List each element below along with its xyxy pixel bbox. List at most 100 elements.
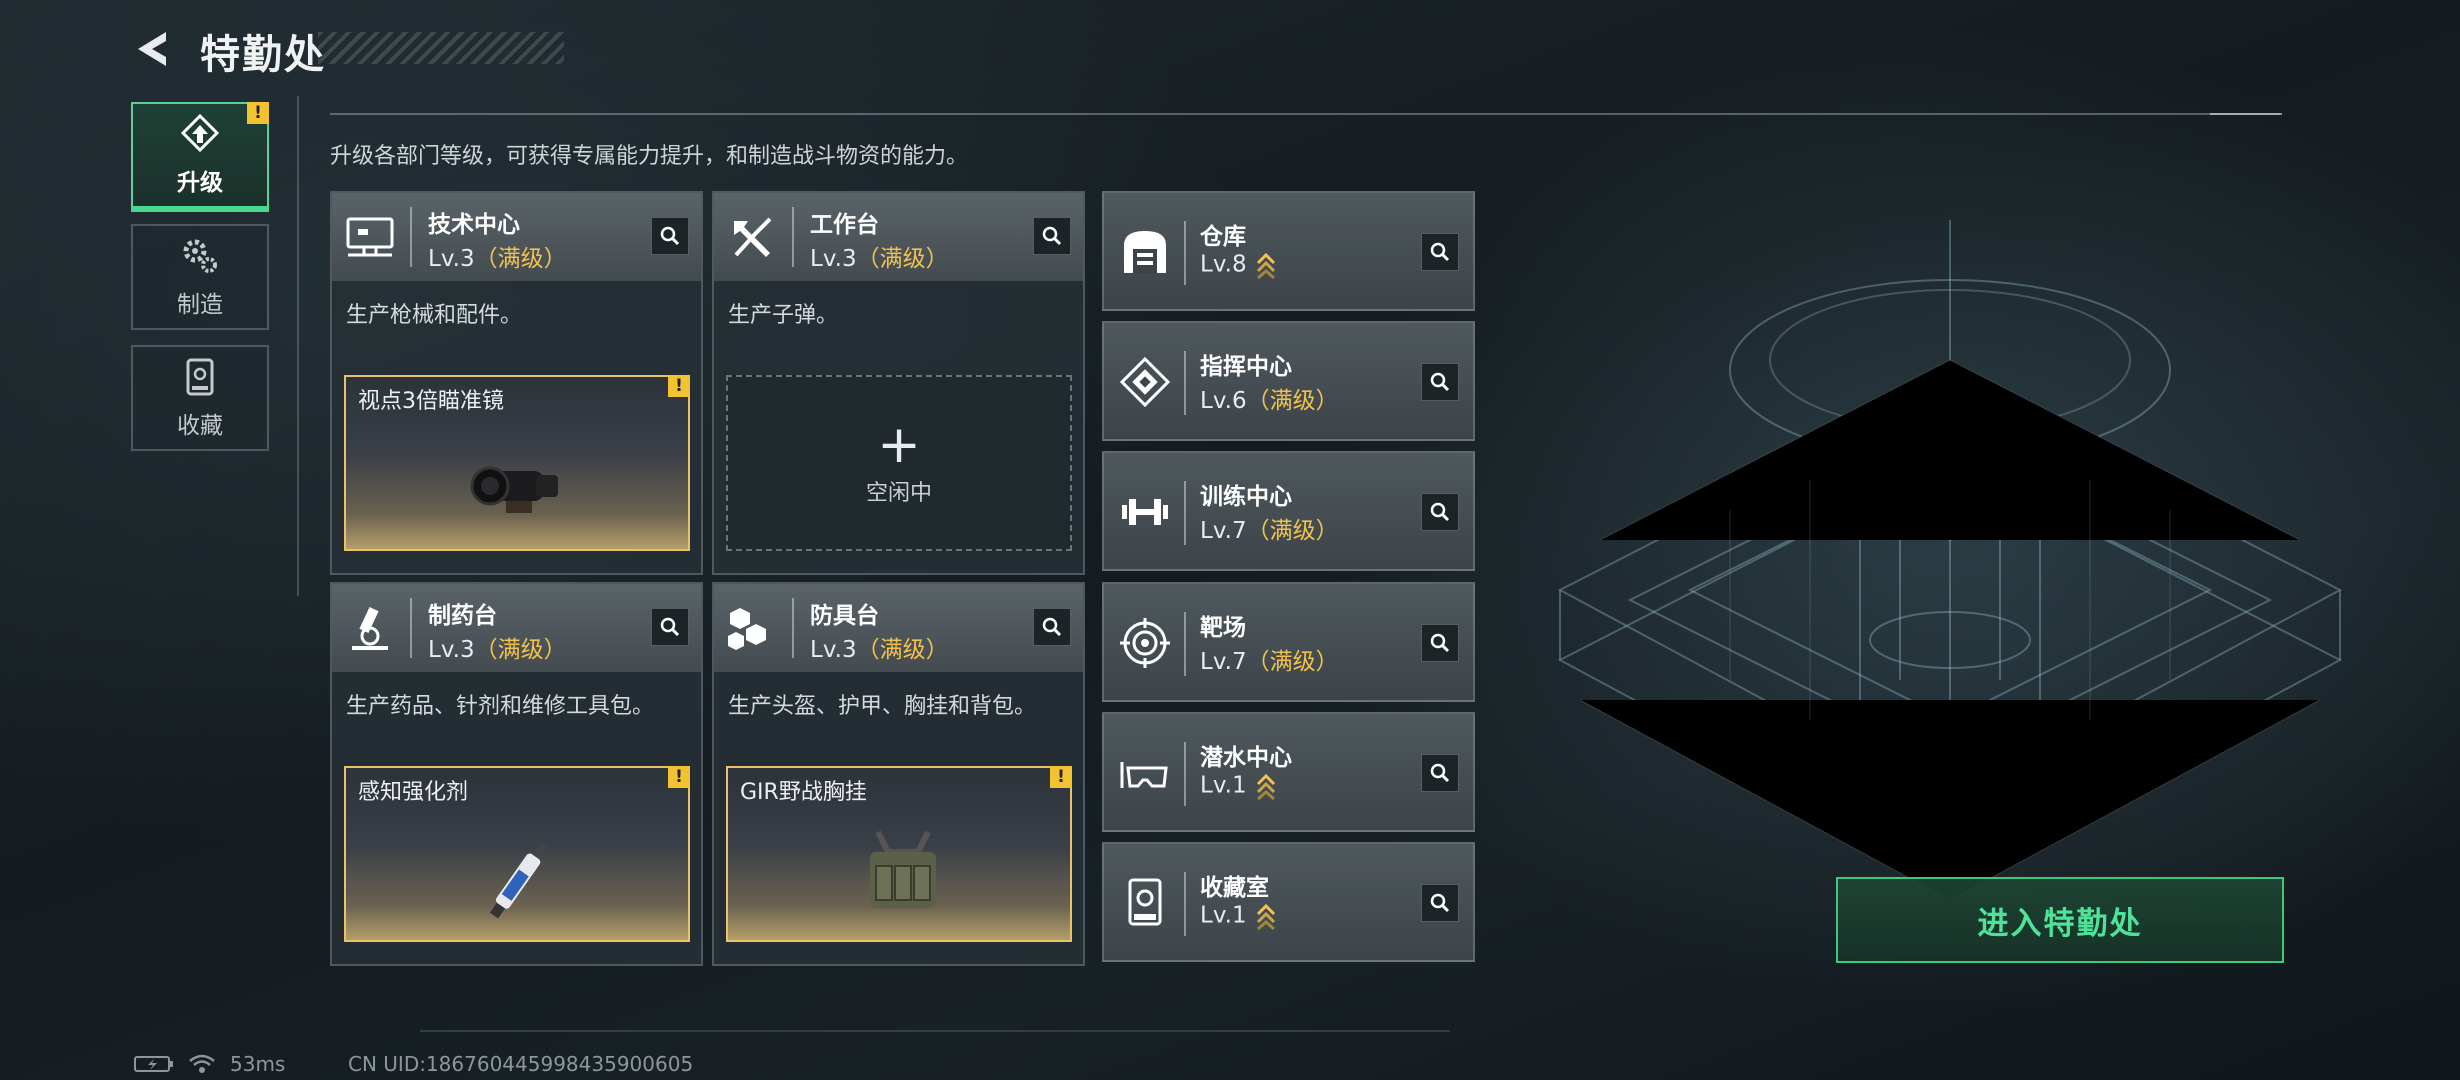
empty-production-slot[interactable]: + 空闲中	[726, 375, 1072, 551]
level-value: Lv.6	[1200, 388, 1247, 414]
dept-name: 技术中心	[428, 212, 520, 238]
dept-level: Lv.8	[1200, 251, 1277, 279]
dept-name: 指挥中心	[1200, 354, 1292, 380]
search-icon	[660, 617, 680, 637]
level-value: Lv.3	[810, 246, 857, 272]
inspect-button[interactable]	[1033, 217, 1071, 255]
dept-level: Lv.7（满级）	[1200, 642, 1339, 676]
separator	[1184, 481, 1186, 545]
dept-name: 仓库	[1200, 224, 1246, 250]
separator	[1184, 221, 1186, 285]
tab-upgrade-label: 升级	[177, 170, 223, 196]
max-level-tag: （满级）	[474, 637, 567, 663]
production-slot[interactable]: GIR野战胸挂 !	[726, 766, 1072, 942]
syringe-image	[489, 841, 547, 919]
dept-card-warehouse[interactable]: 仓库 Lv.8	[1102, 191, 1475, 311]
title-decoration	[318, 32, 564, 64]
max-level-tag: （满级）	[1246, 518, 1339, 544]
header-separator	[792, 598, 794, 658]
inspect-button[interactable]	[1421, 884, 1459, 922]
level-value: Lv.3	[428, 637, 475, 663]
inspect-button[interactable]	[651, 608, 689, 646]
search-icon	[1430, 893, 1450, 913]
item-name: 感知强化剂	[358, 780, 469, 805]
dept-level: Lv.3（满级）	[428, 239, 567, 273]
divider	[2210, 113, 2282, 115]
wifi-icon	[189, 1054, 215, 1073]
dept-level: Lv.6（满级）	[1200, 381, 1339, 415]
dept-card-armor-bench[interactable]: 防具台 Lv.3（满级） 生产头盔、护甲、胸挂和背包。 GIR野战胸挂 !	[712, 582, 1085, 966]
card-header: 技术中心 Lv.3（满级）	[332, 193, 701, 281]
upgrade-available-icon	[1256, 773, 1275, 800]
search-icon	[1042, 617, 1062, 637]
search-icon	[1430, 242, 1450, 262]
header-separator	[410, 207, 412, 267]
card-header: 工作台 Lv.3（满级）	[714, 193, 1083, 281]
inspect-button[interactable]	[1421, 363, 1459, 401]
tab-collection-label: 收藏	[177, 413, 223, 439]
dept-level: Lv.1	[1200, 902, 1277, 930]
armor-boxes-icon	[728, 608, 766, 650]
separator	[1184, 742, 1186, 806]
dept-card-workbench[interactable]: 工作台 Lv.3（满级） 生产子弹。 + 空闲中	[712, 191, 1085, 575]
enter-button-label: 进入特勤处	[1977, 905, 2143, 942]
dept-description: 生产枪械和配件。	[346, 303, 523, 328]
tab-upgrade[interactable]: 升级 !	[131, 102, 269, 212]
dept-card-command-center[interactable]: 指挥中心 Lv.6（满级）	[1102, 321, 1475, 441]
dept-name: 潜水中心	[1200, 745, 1292, 771]
header-separator	[792, 207, 794, 267]
max-level-tag: （满级）	[856, 637, 949, 663]
display-case-icon	[1128, 878, 1162, 926]
dept-card-pharmacy[interactable]: 制药台 Lv.3（满级） 生产药品、针剂和维修工具包。 感知强化剂 !	[330, 582, 703, 966]
search-icon	[1430, 502, 1450, 522]
dept-card-diving-center[interactable]: 潜水中心 Lv.1	[1102, 712, 1475, 832]
dept-card-training-center[interactable]: 训练中心 Lv.7（满级）	[1102, 451, 1475, 571]
back-button[interactable]	[132, 26, 178, 72]
dept-description: 生产子弹。	[728, 303, 839, 328]
inspect-button[interactable]	[1421, 493, 1459, 531]
separator	[1184, 612, 1186, 676]
tab-craft[interactable]: 制造	[131, 224, 269, 330]
idle-label: 空闲中	[865, 481, 932, 506]
dept-card-collection-room[interactable]: 收藏室 Lv.1	[1102, 842, 1475, 962]
max-level-tag: （满级）	[474, 246, 567, 272]
card-header: 防具台 Lv.3（满级）	[714, 584, 1083, 672]
inspect-button[interactable]	[1421, 624, 1459, 662]
alert-badge: !	[1050, 766, 1072, 788]
display-case-icon	[186, 358, 214, 396]
level-value: Lv.7	[1200, 649, 1247, 675]
scope-image	[470, 466, 558, 513]
upgrade-available-icon	[1256, 903, 1275, 930]
dept-card-shooting-range[interactable]: 靶场 Lv.7（满级）	[1102, 582, 1475, 702]
dept-card-tech-center[interactable]: 技术中心 Lv.3（满级） 生产枪械和配件。 视点3倍瞄准镜 !	[330, 191, 703, 575]
separator	[1184, 351, 1186, 415]
production-slot[interactable]: 感知强化剂 !	[344, 766, 690, 942]
dept-level: Lv.1	[1200, 772, 1277, 800]
inspect-button[interactable]	[1421, 233, 1459, 271]
search-icon	[1430, 372, 1450, 392]
inspect-button[interactable]	[651, 217, 689, 255]
inspect-button[interactable]	[1421, 754, 1459, 792]
user-uid: CN UID:1867604459984359006​05	[348, 1052, 694, 1076]
section-description: 升级各部门等级，可获得专属能力提升，和制造战斗物资的能力。	[330, 144, 969, 169]
battery-charging-icon	[134, 1056, 173, 1072]
alert-badge: !	[247, 102, 269, 124]
level-value: Lv.3	[810, 637, 857, 663]
tab-collection[interactable]: 收藏	[131, 345, 269, 451]
separator	[1184, 872, 1186, 936]
inspect-button[interactable]	[1033, 608, 1071, 646]
max-level-tag: （满级）	[1246, 649, 1339, 675]
search-icon	[1430, 633, 1450, 653]
enter-special-ops-button[interactable]: 进入特勤处	[1836, 877, 2284, 963]
dept-name: 收藏室	[1200, 875, 1269, 901]
divider	[420, 1030, 1450, 1032]
dept-name: 防具台	[810, 603, 879, 629]
dept-name: 工作台	[810, 212, 879, 238]
tab-craft-label: 制造	[177, 292, 223, 318]
production-slot[interactable]: 视点3倍瞄准镜 !	[344, 375, 690, 551]
base-hologram-render	[1557, 220, 2343, 901]
dumbbell-icon	[1122, 499, 1168, 525]
gears-icon	[183, 239, 217, 273]
dept-name: 靶场	[1200, 615, 1246, 641]
header-separator	[410, 598, 412, 658]
